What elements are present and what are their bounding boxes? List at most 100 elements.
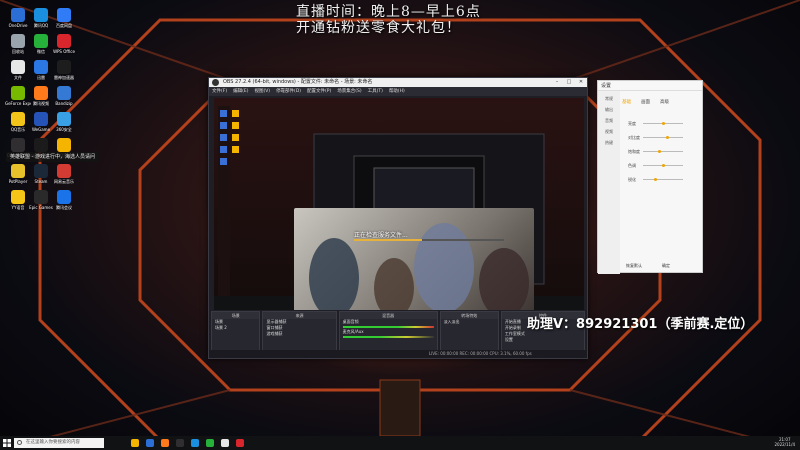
panel-side-item[interactable]: 热键 [598,140,620,146]
audio-meter [342,336,434,338]
taskbar-app-icon[interactable] [131,439,139,447]
panel-tab[interactable]: 高级 [660,99,669,105]
mixer-track: 桌面音频 [342,319,359,324]
taskbar-app-icon[interactable] [191,439,199,447]
taskbar-app-icon[interactable] [146,439,154,447]
panel-setting-row: 锐化 [628,177,698,182]
wegame-icon [34,112,48,126]
disk-icon [57,8,71,22]
menu-item[interactable]: 工具(T) [368,87,383,96]
slider-knob[interactable] [661,164,665,167]
search-placeholder: 在这里输入你要搜索的内容 [26,440,80,445]
video-icon [34,86,48,100]
setting-slider[interactable] [643,136,683,139]
panel-setting-row: 饱和度 [628,149,698,154]
setting-label: 色调 [628,163,636,168]
slider-knob[interactable] [657,150,661,153]
sources-header: 来源 [263,312,336,319]
obs-preview-canvas[interactable]: 正在检查服务文件... [214,98,584,310]
ok-button[interactable]: 确定 [662,263,670,269]
taskbar-app-icon[interactable] [176,439,184,447]
taskbar-app-icon[interactable] [236,439,244,447]
menu-item[interactable]: 停靠部件(D) [276,87,301,96]
panel-side-item[interactable]: 常规 [598,96,620,102]
setting-slider[interactable] [643,164,683,167]
restore-defaults-button[interactable]: 恢复默认 [626,263,642,269]
panel-setting-row: 色调 [628,163,698,168]
shield-icon [57,112,71,126]
panel-side-item[interactable]: 音频 [598,118,620,124]
panel-tabs: 基础 画面 高级 [622,99,669,105]
settings-button[interactable]: 设置 [502,337,584,343]
slider-knob[interactable] [653,178,657,181]
panel-tab[interactable]: 基础 [622,99,631,105]
desktop-icon-label: 雷神加速器 [54,75,74,80]
desktop-icon[interactable]: 网易云音乐 [51,164,77,184]
mixer-dock[interactable]: 混音器 桌面音频 麦克风/Aux [338,311,438,351]
menu-item[interactable]: 文件(F) [212,87,227,96]
music-icon [11,112,25,126]
source-item[interactable]: 游戏捕获 [263,331,335,337]
panel-tab[interactable]: 画面 [641,99,650,105]
panel-side-item[interactable]: 视频 [598,129,620,135]
taskbar-app-icon[interactable] [206,439,214,447]
geforce-icon [11,86,25,100]
logitech-icon [34,138,48,152]
taskbar-search-box[interactable]: 在这里输入你要搜索的内容 [14,438,104,448]
assistant-contact-text: 助理V：892921301（季前赛.定位） [527,317,754,332]
panel-side-item[interactable]: 输出 [598,107,620,113]
game-loading-card: 正在检查服务文件... [294,208,534,310]
menu-item[interactable]: 编辑(E) [233,87,248,96]
system-clock[interactable]: 21:07 2022/11/4 [774,437,795,447]
loading-progress-fill [354,239,422,241]
desktop-icon-label: 网易云音乐 [54,179,74,184]
panel-footer: 恢复默认 确定 [626,263,670,269]
sources-dock[interactable]: 来源 显示器捕获 窗口捕获 游戏捕获 [262,311,337,351]
setting-slider[interactable] [643,178,683,181]
mixer-header: 混音器 [339,312,437,319]
desktop-icon[interactable]: Bandizip [51,86,77,106]
desktop-icon[interactable]: 腾讯会议 [51,190,77,210]
scene-item[interactable]: 场景 2 [212,325,259,331]
cloud-icon [11,8,25,22]
menu-item[interactable]: 场景集合(S) [337,87,361,96]
taskbar-app-icon[interactable] [161,439,169,447]
desktop-icon[interactable]: 百度网盘 [51,8,77,28]
meeting-icon [57,190,71,204]
scenes-header: 场景 [212,312,260,319]
settings-panel[interactable]: 设置 常规 输出 音频 视频 热键 基础 画面 高级 亮度 对比度 饱和度 色调 锐化 恢复默认 确… [597,80,703,274]
taskbar: 在这里输入你要搜索的内容 21:07 2022/11/4 [0,436,800,450]
audio-meter [342,326,434,328]
menu-item[interactable]: 视图(V) [254,87,270,96]
transition-select[interactable]: 淡入淡出 [441,319,498,325]
desktop-icon[interactable]: WPS Office [51,34,77,54]
obs-titlebar[interactable]: OBS 27.2.4 (64-bit, windows) - 配置文件: 未命名… [209,78,587,87]
menu-item[interactable]: 配置文件(P) [307,87,331,96]
panel-sidebar: 常规输出音频视频热键 [598,91,620,274]
transitions-dock[interactable]: 转场特效 淡入淡出 [439,311,499,351]
windows-start-icon[interactable] [0,436,14,450]
qq-icon [34,8,48,22]
thunder-icon [34,60,48,74]
setting-label: 饱和度 [628,149,640,154]
taskbar-apps [124,439,244,447]
desktop-icon[interactable]: 雷神加速器 [51,60,77,80]
slider-knob[interactable] [661,122,665,125]
recycle-bin-icon [11,34,25,48]
close-icon[interactable]: ✕ [575,78,587,87]
slider-knob[interactable] [665,136,669,139]
minimize-icon[interactable]: – [551,78,563,87]
setting-slider[interactable] [643,150,683,153]
taskbar-app-icon[interactable] [221,439,229,447]
menu-item[interactable]: 帮助(H) [389,87,405,96]
setting-label: 对比度 [628,135,640,140]
desktop-icon[interactable]: 360安全 [51,112,77,132]
accelerator-icon [57,60,71,74]
setting-slider[interactable] [643,122,683,125]
desktop-icon-label: 360安全 [56,127,72,132]
scenes-dock[interactable]: 场景 场景 场景 2 [211,311,261,351]
setting-label: 亮度 [628,121,636,126]
file-icon [11,60,25,74]
maximize-icon[interactable]: □ [563,78,575,87]
desktop-icon-label: 百度网盘 [56,23,72,28]
